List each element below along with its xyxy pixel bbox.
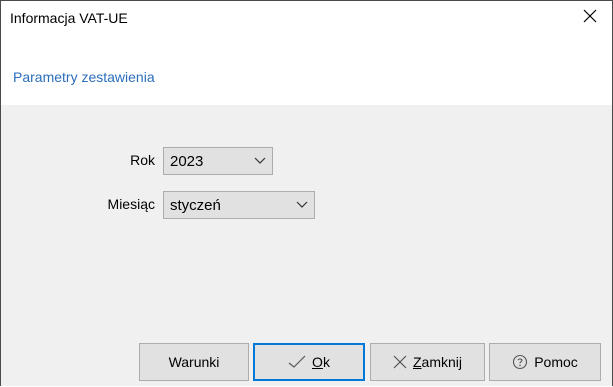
dialog-window: Informacja VAT-UE Parametry zestawienia … [0, 0, 613, 386]
year-value: 2023 [170, 153, 204, 170]
section-title: Parametry zestawienia [13, 69, 155, 85]
check-icon [288, 355, 306, 369]
conditions-button[interactable]: Warunki [139, 343, 249, 381]
year-label: Rok [130, 152, 155, 168]
section-header: Parametry zestawienia [1, 35, 612, 105]
dialog-body: Parametry zestawienia Rok 2023 Miesiąc s… [1, 35, 612, 386]
help-button-label: Pomoc [534, 354, 578, 370]
title-bar: Informacja VAT-UE [1, 1, 612, 35]
close-icon [583, 9, 596, 23]
window-title: Informacja VAT-UE [10, 10, 128, 26]
help-button[interactable]: Pomoc [489, 343, 601, 381]
close-dialog-button[interactable]: Zamknij [370, 343, 485, 381]
conditions-button-label: Warunki [168, 354, 220, 370]
close-dialog-button-label: Zamknij [412, 354, 463, 370]
chevron-down-icon [296, 201, 308, 208]
month-value: styczeń [170, 197, 221, 214]
month-label: Miesiąc [107, 196, 155, 212]
ok-button[interactable]: Ok [253, 343, 365, 381]
help-circle-icon [512, 354, 528, 370]
close-button[interactable] [567, 1, 612, 31]
chevron-down-icon [254, 157, 266, 164]
year-select[interactable]: 2023 [163, 147, 273, 175]
x-icon [393, 355, 407, 369]
ok-button-label: Ok [312, 354, 330, 370]
month-select[interactable]: styczeń [163, 191, 315, 219]
